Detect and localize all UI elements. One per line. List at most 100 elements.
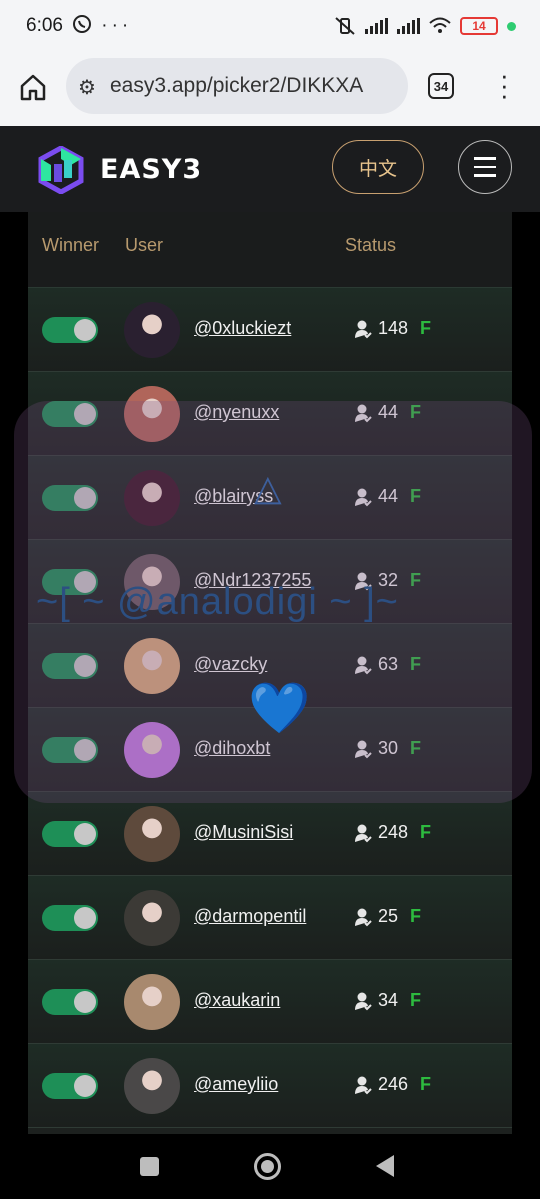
user-check-icon <box>355 908 372 926</box>
user-check-icon <box>355 572 372 590</box>
more-dots-icon: ··· <box>101 15 133 36</box>
status-cell: 25 F <box>354 906 421 927</box>
username-link[interactable]: @vazcky <box>194 654 267 675</box>
avatar[interactable] <box>124 890 180 946</box>
username-link[interactable]: @blairyss <box>194 486 273 507</box>
user-check-icon <box>355 740 372 758</box>
browser-menu-icon[interactable]: · · · <box>500 62 509 108</box>
username-link[interactable]: @0xluckiezt <box>194 318 291 339</box>
winner-toggle[interactable] <box>42 317 98 343</box>
avatar[interactable] <box>124 722 180 778</box>
table-row: @MusiniSisi 248 F <box>28 792 512 876</box>
table-row: @blairyss 44 F <box>28 456 512 540</box>
follow-badge: F <box>410 402 422 422</box>
site-settings-icon[interactable]: ⚙ <box>78 75 96 100</box>
follow-badge: F <box>420 1074 432 1094</box>
username-link[interactable]: @darmopentil <box>194 906 306 927</box>
avatar[interactable] <box>124 806 180 862</box>
avatar[interactable] <box>124 554 180 610</box>
site-header: EASY3 中文 <box>0 126 540 212</box>
avatar[interactable] <box>124 302 180 358</box>
username-link[interactable]: @MusiniSisi <box>194 822 293 843</box>
menu-button[interactable] <box>458 140 512 194</box>
easy3-logo-icon[interactable] <box>38 146 84 194</box>
winner-toggle[interactable] <box>42 401 98 427</box>
brand-name[interactable]: EASY3 <box>100 154 202 185</box>
wifi-icon <box>429 17 451 33</box>
winner-toggle[interactable] <box>42 569 98 595</box>
toggle-knob <box>74 403 96 425</box>
status-cell: 63 F <box>354 654 421 675</box>
whatsapp-icon <box>73 15 91 33</box>
status-cell: 30 F <box>354 738 421 759</box>
avatar[interactable] <box>124 974 180 1030</box>
home-icon[interactable] <box>18 72 48 102</box>
follower-count: 32 <box>378 570 399 590</box>
url-text[interactable]: easy3.app/picker2/DIKKXA <box>110 74 363 98</box>
home-button-icon[interactable] <box>254 1153 281 1180</box>
username-link[interactable]: @nyenuxx <box>194 402 279 423</box>
signal-icon-2 <box>397 18 420 34</box>
toggle-knob <box>74 655 96 677</box>
table-row: @vazcky 63 F <box>28 624 512 708</box>
toggle-knob <box>74 823 96 845</box>
user-check-icon <box>355 992 372 1010</box>
avatar[interactable] <box>124 386 180 442</box>
user-check-icon <box>355 1076 372 1094</box>
system-icons: 14 <box>334 16 516 36</box>
recents-button-icon[interactable] <box>140 1157 159 1176</box>
follow-badge: F <box>410 486 422 506</box>
username-link[interactable]: @ameyliio <box>194 1074 278 1095</box>
username-link[interactable]: @dihoxbt <box>194 738 270 759</box>
address-bar[interactable]: ⚙ easy3.app/picker2/DIKKXA <box>66 58 408 114</box>
follower-count: 248 <box>378 822 409 842</box>
table-row: @0xluckiezt 148 F <box>28 288 512 372</box>
winner-toggle[interactable] <box>42 821 98 847</box>
follower-count: 34 <box>378 990 399 1010</box>
table-row: @darmopentil 25 F <box>28 876 512 960</box>
winner-toggle[interactable] <box>42 989 98 1015</box>
back-button-icon[interactable] <box>376 1155 394 1177</box>
toggle-knob <box>74 1075 96 1097</box>
table-row: @ameyliio 246 F <box>28 1044 512 1128</box>
toggle-knob <box>74 739 96 761</box>
toggle-knob <box>74 907 96 929</box>
table-row: @xaukarin 34 F <box>28 960 512 1044</box>
hamburger-line <box>474 174 496 177</box>
battery-icon: 14 <box>460 17 498 35</box>
signal-icon <box>365 18 388 34</box>
follow-badge: F <box>410 906 422 926</box>
follow-badge: F <box>410 990 422 1010</box>
winner-toggle[interactable] <box>42 905 98 931</box>
status-cell: 248 F <box>354 822 431 843</box>
column-user: User <box>125 235 164 255</box>
language-button[interactable]: 中文 <box>332 140 424 194</box>
table-body: @0xluckiezt 148 F @nyenuxx 44 F @blairys… <box>28 288 512 1128</box>
winner-toggle[interactable] <box>42 1073 98 1099</box>
follower-count: 30 <box>378 738 399 758</box>
toggle-knob <box>74 991 96 1013</box>
mute-vibrate-icon <box>335 17 355 35</box>
hamburger-line <box>474 165 496 169</box>
winner-toggle[interactable] <box>42 653 98 679</box>
avatar[interactable] <box>124 1058 180 1114</box>
winner-toggle[interactable] <box>42 485 98 511</box>
winner-toggle[interactable] <box>42 737 98 763</box>
avatar[interactable] <box>124 470 180 526</box>
follow-badge: F <box>410 654 422 674</box>
toggle-knob <box>74 319 96 341</box>
user-check-icon <box>355 656 372 674</box>
tab-switcher-button[interactable]: 34 <box>428 73 454 99</box>
table-row: @dihoxbt 30 F <box>28 708 512 792</box>
follower-count: 63 <box>378 654 399 674</box>
status-cell: 148 F <box>354 318 431 339</box>
follower-count: 44 <box>378 402 399 422</box>
username-link[interactable]: @Ndr1237255 <box>194 570 311 591</box>
toggle-knob <box>74 571 96 593</box>
avatar[interactable] <box>124 638 180 694</box>
status-bar: 6:06 ··· 14 <box>0 0 540 54</box>
username-link[interactable]: @xaukarin <box>194 990 280 1011</box>
privacy-dot-icon <box>507 21 516 31</box>
user-check-icon <box>355 404 372 422</box>
toggle-knob <box>74 487 96 509</box>
